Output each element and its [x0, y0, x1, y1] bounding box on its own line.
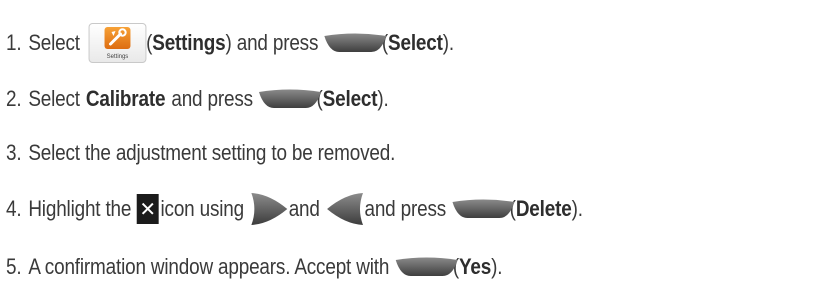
step-text: Select the adjustment setting to be remo… [28, 140, 396, 165]
settings-label: Settings [152, 30, 226, 55]
step-text: ). [377, 86, 389, 111]
instruction-list: 1. Select Settings (Settings) and press [0, 0, 817, 305]
step-text: and press [171, 86, 253, 111]
step-text: Highlight the [28, 196, 132, 221]
step-1: 1. Select Settings (Settings) and press [6, 21, 454, 65]
wrench-icon [104, 27, 131, 49]
step-text: Select [28, 30, 80, 55]
step-3: 3. Select the adjustment setting to be r… [6, 131, 395, 175]
step-text: ). [571, 196, 583, 221]
step-5: 5. A confirmation window appears. Accept… [6, 245, 502, 289]
yes-softkey-icon [394, 257, 458, 277]
yes-label: Yes [458, 254, 492, 279]
settings-icon-caption: Settings [106, 54, 129, 60]
settings-icon: Settings [88, 23, 147, 63]
select-softkey-icon [258, 89, 322, 109]
step-text: ). [442, 30, 454, 55]
step-number: 2. [6, 86, 22, 111]
step-text: ). [491, 254, 503, 279]
delete-softkey-icon [451, 199, 515, 219]
calibrate-label: Calibrate [85, 86, 166, 111]
step-4: 4. Highlight the ✕ icon using and and pr… [6, 187, 583, 231]
step-number: 1. [6, 30, 22, 55]
left-arrow-key-icon [325, 190, 365, 228]
right-arrow-key-icon [249, 190, 289, 228]
step-number: 5. [6, 254, 22, 279]
step-text: icon using [160, 196, 245, 221]
select-label: Select [388, 30, 443, 55]
step-text: ) and press [225, 30, 319, 55]
select-softkey-icon [323, 33, 387, 53]
step-2: 2. Select Calibrate and press (Select). [6, 77, 389, 121]
delete-label: Delete [515, 196, 572, 221]
step-number: 3. [6, 140, 22, 165]
step-text: Select [28, 86, 80, 111]
delete-x-icon: ✕ [136, 194, 159, 224]
select-label: Select [322, 86, 378, 111]
step-text: and press [364, 196, 447, 221]
step-text: A confirmation window appears. Accept wi… [28, 254, 390, 279]
step-text: and [288, 196, 320, 221]
step-number: 4. [6, 196, 22, 221]
